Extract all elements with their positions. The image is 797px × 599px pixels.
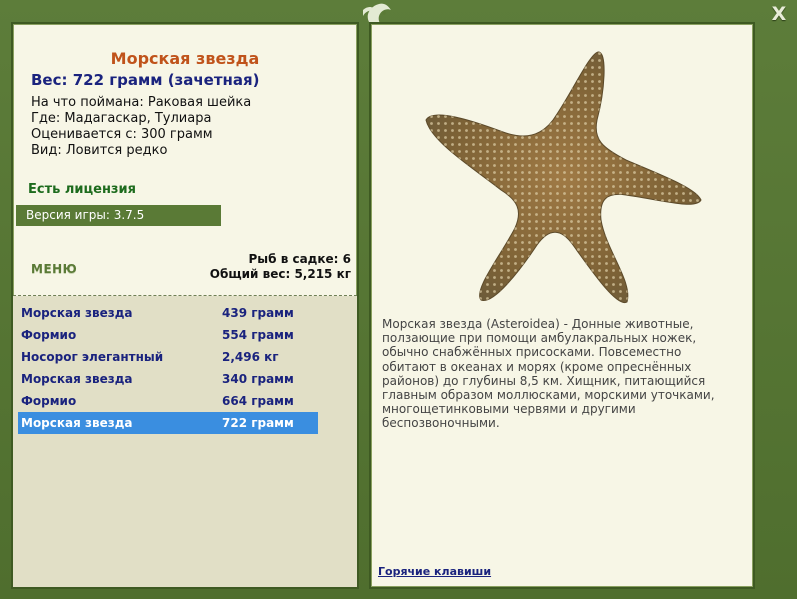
menu-button[interactable]: МЕНЮ [31,262,77,276]
fish-title: Морская звезда [110,49,260,68]
close-button[interactable]: X [768,3,790,25]
hotkeys-link[interactable]: Горячие клавиши [378,565,491,578]
catch-name: Морская звезда [21,372,133,386]
catch-weight: 664 грамм [222,394,294,408]
catch-row-selected[interactable]: Морская звезда 722 грамм [18,412,318,434]
catch-name: Формио [21,328,77,342]
caught-on-text: На что поймана: Раковая шейка [31,95,252,110]
catch-row[interactable]: Морская звезда 439 грамм [18,302,318,324]
catch-row[interactable]: Формио 554 грамм [18,324,318,346]
min-weight-text: Оценивается с: 300 грамм [31,127,213,142]
catch-info-panel: Морская звезда Вес: 722 грамм (зачетная)… [11,22,359,589]
catch-name: Носорог элегантный [21,350,164,364]
location-text: Где: Мадагаскар, Тулиара [31,111,212,126]
catch-name: Морская звезда [21,416,133,430]
starfish-image [425,51,702,304]
rarity-text: Вид: Ловится редко [31,143,168,158]
catch-row[interactable]: Формио 664 грамм [18,390,318,412]
fish-weight: Вес: 722 грамм (зачетная) [31,71,260,89]
catch-row[interactable]: Носорог элегантный 2,496 кг [18,346,318,368]
divider [13,295,357,296]
catch-weight: 2,496 кг [222,350,279,364]
catch-weight: 439 грамм [222,306,294,320]
version-label: Версия игры: 3.7.5 [16,205,221,226]
catch-name: Морская звезда [21,306,133,320]
catch-weight: 722 грамм [222,416,294,430]
fish-detail-panel: Морская звезда (Asteroidea) - Донные жив… [369,22,755,589]
catch-weight: 340 грамм [222,372,294,386]
fish-count: Рыб в садке: 6 [248,252,352,266]
catch-weight: 554 грамм [222,328,294,342]
catch-row[interactable]: Морская звезда 340 грамм [18,368,318,390]
total-weight: Общий вес: 5,215 кг [209,267,351,281]
keepnet-stats: Рыб в садке: 6 Общий вес: 5,215 кг [210,252,351,282]
catch-name: Формио [21,394,77,408]
catch-list: Морская звезда 439 грамм Формио 554 грамм … [18,302,318,434]
license-status: Есть лицензия [28,182,136,197]
fish-description: Морская звезда (Asteroidea) - Донные жив… [382,317,715,431]
